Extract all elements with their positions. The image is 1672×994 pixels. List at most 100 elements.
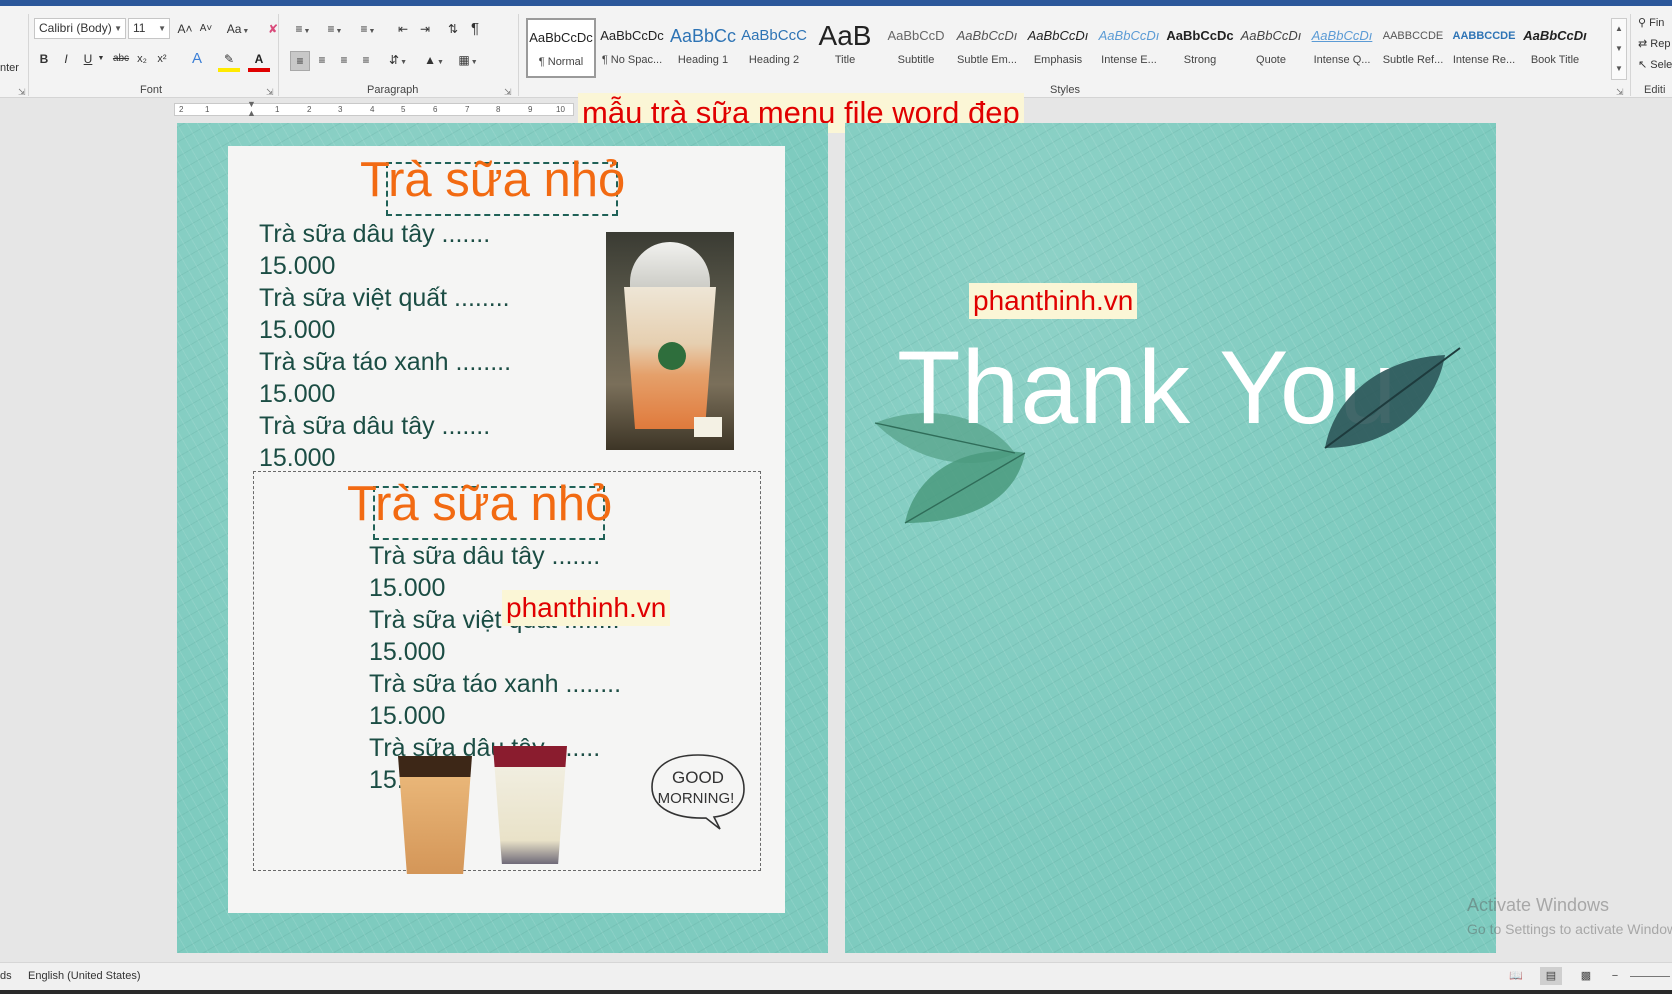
item-name: Trà sữa táo xanh ........ [369, 670, 622, 698]
zoom-slider[interactable] [1630, 976, 1670, 977]
style-heading-1[interactable]: AaBbCc Heading 1 [668, 18, 738, 78]
style-intense-quote[interactable]: AaBbCcDı Intense Q... [1307, 18, 1377, 78]
leaf-logo-icon [658, 342, 686, 370]
chevron-down-icon[interactable]: ▼ [96, 50, 106, 68]
line-spacing-icon[interactable]: ⇵▼ [384, 51, 412, 72]
show-formatting-marks-button[interactable]: ¶ [466, 20, 484, 38]
style-name: Strong [1183, 54, 1217, 66]
style-heading-2[interactable]: AaBbCcC Heading 2 [739, 18, 809, 78]
horizontal-ruler[interactable]: 2 1 1 2 3 4 5 6 7 8 9 10 [174, 103, 574, 116]
style-no-spacing[interactable]: AaBbCcDc ¶ No Spac... [597, 18, 667, 78]
select-button[interactable]: ↖ Sele [1638, 58, 1672, 71]
decrease-indent-icon[interactable]: ⇤ [394, 20, 412, 38]
sort-icon[interactable]: ⇅ [444, 20, 462, 38]
style-sample: AaBbCcDı [1027, 28, 1089, 43]
menu-list: Trà sữa dâu tây ....... 15.000 Trà sữa vi… [259, 218, 511, 474]
style-strong[interactable]: AaBbCcDc Strong [1165, 18, 1235, 78]
increase-indent-icon[interactable]: ⇥ [416, 20, 434, 38]
align-left-icon[interactable]: ≡ [290, 51, 310, 71]
align-right-icon[interactable]: ≡ [334, 51, 354, 69]
ruler-tick: 5 [401, 105, 406, 114]
web-layout-icon[interactable]: ▩ [1575, 967, 1597, 985]
font-size-box[interactable]: 11 ▼ [128, 18, 170, 39]
font-color-icon[interactable]: A [248, 50, 270, 72]
good-morning-sticker[interactable]: GOOD MORNING! [648, 751, 748, 831]
font-group-label: Font [140, 84, 163, 96]
font-dialog-launcher-icon[interactable]: ⇲ [266, 88, 274, 97]
shrink-font-button[interactable]: A˅ [197, 20, 215, 38]
find-button[interactable]: ⚲ Fin [1638, 16, 1664, 29]
bubble-tea-cup-image[interactable] [398, 756, 472, 874]
style-sample: AaBbCcDı [1523, 28, 1587, 43]
bullets-icon[interactable]: ≡▼ [290, 20, 316, 41]
replace-button[interactable]: ⇄ Rep [1638, 37, 1670, 50]
ruler-tick: 8 [496, 105, 501, 114]
shading-icon[interactable]: ▲▼ [420, 51, 448, 72]
style-intense-emphasis[interactable]: AaBbCcDı Intense E... [1094, 18, 1164, 78]
justify-icon[interactable]: ≡ [356, 51, 376, 69]
style-sample: AaB [818, 20, 872, 51]
milk-tea-photo[interactable] [606, 232, 734, 450]
paragraph-group-label: Paragraph [367, 84, 419, 96]
clipboard-format-painter-label[interactable]: nter [0, 62, 19, 74]
document-page-left[interactable]: Trà sữa nhỏ Trà sữa dâu tây ....... 15.00… [177, 123, 828, 953]
font-name-box[interactable]: Calibri (Body) ▼ [34, 18, 126, 39]
multilevel-list-icon[interactable]: ≡▼ [354, 20, 382, 41]
style-quote[interactable]: AaBbCcDı Quote [1236, 18, 1306, 78]
highlight-color-icon[interactable]: ✎ [218, 50, 240, 72]
grow-font-button[interactable]: A˄ [176, 20, 194, 38]
item-name: Trà sữa dâu tây ....... [369, 542, 601, 570]
clipboard-dialog-launcher-icon[interactable]: ⇲ [18, 88, 26, 97]
text-effects-icon[interactable]: A [186, 50, 208, 68]
style-name: Subtle Em... [957, 54, 1017, 66]
document-page-right[interactable]: phanthinh.vn Thank You [845, 123, 1496, 953]
style-subtle-emphasis[interactable]: AaBbCcDı Subtle Em... [952, 18, 1022, 78]
numbering-icon[interactable]: ≡▼ [322, 20, 348, 41]
change-case-button[interactable]: Aa▼ [224, 20, 252, 41]
chevron-down-icon[interactable]: ▼ [1612, 39, 1626, 59]
print-layout-icon[interactable]: ▤ [1540, 967, 1562, 985]
clear-formatting-icon[interactable]: ✘ [264, 20, 282, 38]
search-icon: ⚲ [1638, 17, 1650, 29]
style-emphasis[interactable]: AaBbCcDı Emphasis [1023, 18, 1093, 78]
style-title[interactable]: AaB Title [810, 18, 880, 78]
superscript-button[interactable]: x² [154, 50, 170, 68]
ruler-tick: 6 [433, 105, 438, 114]
borders-icon[interactable]: ▦▼ [454, 51, 482, 72]
more-styles-icon[interactable]: ▼ [1612, 59, 1626, 79]
ruler-tick: 2 [179, 105, 184, 114]
subscript-button[interactable]: x₂ [134, 50, 150, 68]
style-name: Title [834, 54, 856, 66]
menu-heading: Trà sữa nhỏ [347, 477, 613, 531]
paragraph-dialog-launcher-icon[interactable]: ⇲ [504, 88, 512, 97]
status-language[interactable]: English (United States) [28, 970, 141, 982]
style-intense-reference[interactable]: AABBCCDE Intense Re... [1449, 18, 1519, 78]
cup-lid [630, 242, 710, 292]
replace-icon: ⇄ [1638, 38, 1651, 50]
styles-gallery-scroll[interactable]: ▲ ▼ ▼ [1611, 18, 1627, 80]
align-center-icon[interactable]: ≡ [312, 51, 332, 69]
zoom-out-icon[interactable]: − [1604, 967, 1626, 985]
change-case-label: Aa [226, 22, 242, 36]
read-mode-icon[interactable]: 📖 [1505, 967, 1527, 985]
underline-button[interactable]: U [80, 50, 96, 68]
style-subtle-reference[interactable]: AABBCCDE Subtle Ref... [1378, 18, 1448, 78]
chevron-up-icon[interactable]: ▲ [1612, 19, 1626, 39]
style-normal[interactable]: AaBbCcDc ¶ Normal [526, 18, 596, 78]
indent-marker-icon[interactable]: ▼ ▲ [247, 100, 256, 121]
strikethrough-button[interactable]: abc [110, 50, 132, 68]
italic-button[interactable]: I [58, 50, 74, 68]
style-sample: AABBCCDE [1382, 30, 1444, 42]
ruler-tick: 7 [465, 105, 470, 114]
berry-tea-cup-image[interactable] [493, 746, 567, 864]
style-sample: AaBbCcDc [529, 30, 593, 45]
styles-dialog-launcher-icon[interactable]: ⇲ [1616, 88, 1624, 97]
editing-group-label: Editi [1644, 84, 1666, 96]
style-book-title[interactable]: AaBbCcDı Book Title [1520, 18, 1590, 78]
status-word-count[interactable]: ds [0, 970, 12, 982]
style-sample: AaBbCcD [887, 28, 945, 43]
bold-button[interactable]: B [36, 50, 52, 68]
item-price: 15.000 [259, 316, 336, 344]
font-size-value: 11 [133, 21, 146, 35]
style-subtitle[interactable]: AaBbCcD Subtitle [881, 18, 951, 78]
